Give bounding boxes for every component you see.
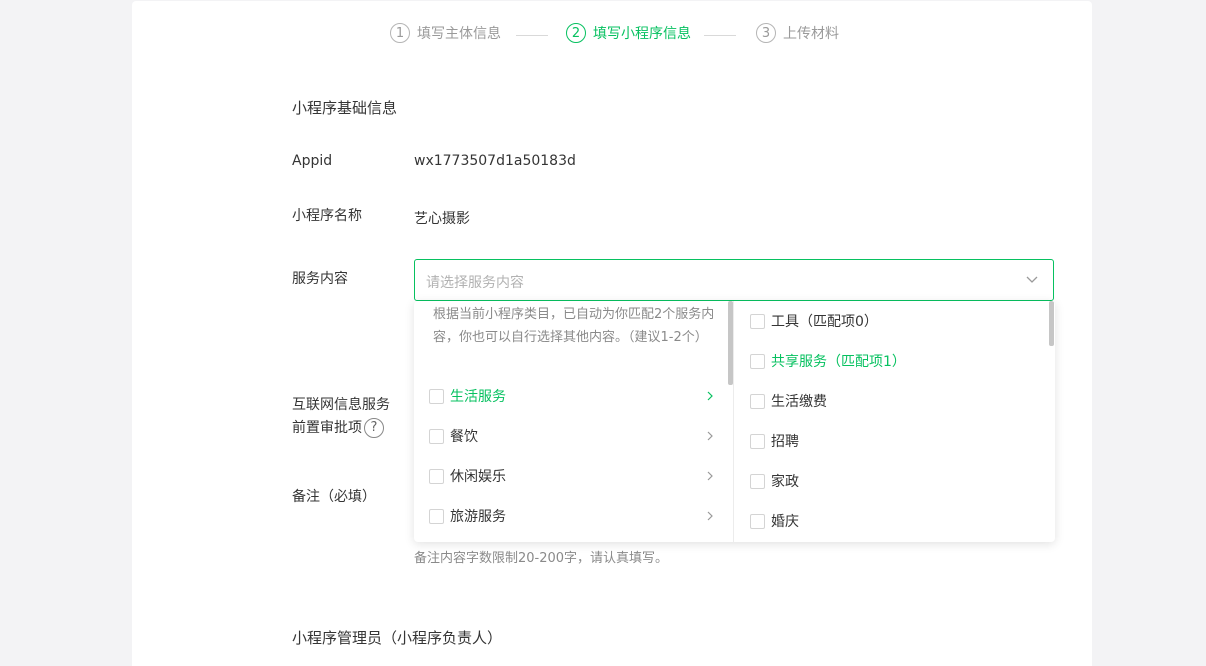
internet-label-line2-wrap: 前置审批项? bbox=[292, 417, 390, 439]
subitem-gongju[interactable]: 工具（匹配项0） bbox=[735, 301, 1055, 341]
category-item-lvyou[interactable]: 旅游服务 bbox=[414, 496, 733, 536]
stepper: 1 填写主体信息 2 填写小程序信息 3 上传材料 bbox=[132, 23, 1092, 49]
category-column: 根据当前小程序类目，已自动为你匹配2个服务内容，你也可以自行选择其他内容。（建议… bbox=[414, 301, 734, 542]
help-icon[interactable]: ? bbox=[364, 418, 384, 438]
step-1-label: 填写主体信息 bbox=[417, 26, 501, 42]
subitem-scrollbar[interactable] bbox=[1049, 301, 1054, 346]
section-title-admin: 小程序管理员（小程序负责人） bbox=[292, 629, 503, 647]
step-2-number: 2 bbox=[566, 23, 586, 43]
service-label: 服务内容 bbox=[292, 271, 348, 287]
step-3: 3 上传材料 bbox=[756, 23, 839, 43]
checkbox[interactable] bbox=[750, 353, 765, 369]
internet-label-line2: 前置审批项 bbox=[292, 420, 362, 436]
checkbox[interactable] bbox=[750, 473, 765, 489]
internet-label-line1: 互联网信息服务 bbox=[292, 397, 390, 413]
step-1: 1 填写主体信息 bbox=[390, 23, 501, 43]
step-divider bbox=[704, 35, 736, 36]
checkbox[interactable] bbox=[429, 508, 444, 524]
service-select[interactable]: 请选择服务内容 bbox=[414, 259, 1054, 301]
category-scrollbar[interactable] bbox=[728, 301, 733, 385]
checkbox[interactable] bbox=[429, 388, 444, 404]
subitem-label: 婚庆 bbox=[771, 514, 799, 530]
checkbox[interactable] bbox=[750, 513, 765, 529]
chevron-right-icon bbox=[707, 511, 713, 521]
checkbox[interactable] bbox=[429, 428, 444, 444]
name-value: 艺心摄影 bbox=[414, 211, 470, 227]
step-2: 2 填写小程序信息 bbox=[566, 23, 691, 43]
subitem-zhaopin[interactable]: 招聘 bbox=[735, 421, 1055, 461]
step-3-number: 3 bbox=[756, 23, 776, 43]
dropdown-description: 根据当前小程序类目，已自动为你匹配2个服务内容，你也可以自行选择其他内容。（建议… bbox=[433, 307, 715, 345]
appid-value: wx1773507d1a50183d bbox=[414, 153, 576, 169]
chevron-down-icon bbox=[1026, 276, 1038, 283]
subitem-column: 工具（匹配项0） 共享服务（匹配项1） 生活缴费 招聘 家政 婚庆 bbox=[735, 301, 1055, 542]
subitem-shenghuojiaofei[interactable]: 生活缴费 bbox=[735, 381, 1055, 421]
service-select-placeholder: 请选择服务内容 bbox=[426, 275, 524, 291]
remark-hint: 备注内容字数限制20-200字，请认真填写。 bbox=[414, 551, 669, 566]
subitem-jiazheng[interactable]: 家政 bbox=[735, 461, 1055, 501]
section-title-basic: 小程序基础信息 bbox=[292, 99, 398, 117]
subitem-gongxiang[interactable]: 共享服务（匹配项1） bbox=[735, 341, 1055, 381]
chevron-right-icon bbox=[707, 431, 713, 441]
step-divider bbox=[516, 35, 548, 36]
checkbox[interactable] bbox=[750, 393, 765, 409]
category-label: 旅游服务 bbox=[450, 509, 506, 525]
step-1-number: 1 bbox=[390, 23, 410, 43]
subitem-label: 生活缴费 bbox=[771, 394, 827, 410]
subitem-hunqing[interactable]: 婚庆 bbox=[735, 501, 1055, 541]
remark-label: 备注（必填） bbox=[292, 489, 376, 505]
checkbox[interactable] bbox=[750, 433, 765, 449]
subitem-label: 招聘 bbox=[771, 434, 799, 450]
service-dropdown: 根据当前小程序类目，已自动为你匹配2个服务内容，你也可以自行选择其他内容。（建议… bbox=[414, 301, 1055, 542]
step-2-label: 填写小程序信息 bbox=[593, 26, 691, 42]
checkbox[interactable] bbox=[750, 313, 765, 329]
category-label: 餐饮 bbox=[450, 429, 478, 445]
subitem-label: 共享服务（匹配项1） bbox=[771, 354, 906, 370]
category-item-shenghuo[interactable]: 生活服务 bbox=[414, 376, 733, 416]
category-label: 休闲娱乐 bbox=[450, 469, 506, 485]
subitem-label: 工具（匹配项0） bbox=[771, 314, 878, 330]
checkbox[interactable] bbox=[429, 468, 444, 484]
category-item-xiuxian[interactable]: 休闲娱乐 bbox=[414, 456, 733, 496]
category-label: 生活服务 bbox=[450, 389, 506, 405]
chevron-right-icon bbox=[707, 391, 713, 401]
chevron-right-icon bbox=[707, 471, 713, 481]
category-item-canyin[interactable]: 餐饮 bbox=[414, 416, 733, 456]
name-label: 小程序名称 bbox=[292, 208, 362, 224]
subitem-label: 家政 bbox=[771, 474, 799, 490]
appid-label: Appid bbox=[292, 153, 333, 169]
internet-label: 互联网信息服务 前置审批项? bbox=[292, 394, 390, 439]
step-3-label: 上传材料 bbox=[783, 26, 839, 42]
